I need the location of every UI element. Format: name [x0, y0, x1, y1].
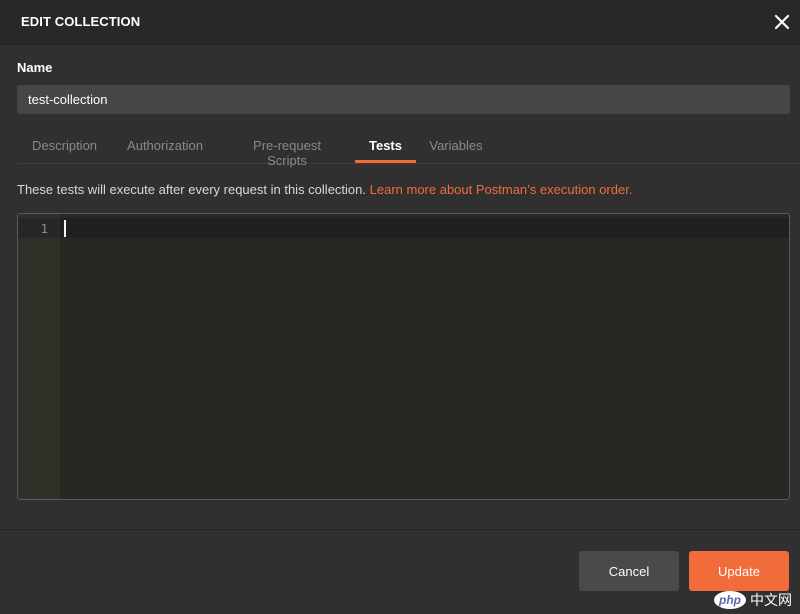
watermark-text: 中文网 — [750, 592, 792, 608]
tab-bar: Description Authorization Pre-request Sc… — [17, 128, 800, 168]
tab-variables[interactable]: Variables — [429, 128, 483, 163]
text-cursor — [64, 220, 66, 237]
close-icon[interactable] — [772, 12, 792, 32]
update-button[interactable]: Update — [689, 551, 789, 591]
edit-collection-dialog: EDIT COLLECTION Name Description Authori… — [0, 0, 800, 614]
tests-info-text: These tests will execute after every req… — [17, 182, 366, 197]
collection-name-input[interactable] — [17, 85, 790, 114]
php-logo: php — [714, 591, 746, 609]
tab-authorization[interactable]: Authorization — [126, 128, 204, 163]
dialog-header: EDIT COLLECTION — [0, 0, 800, 45]
execution-order-link[interactable]: Learn more about Postman’s execution ord… — [370, 182, 633, 197]
line-number-column: 1 — [18, 214, 60, 499]
tab-pre-request-scripts[interactable]: Pre-request Scripts — [233, 128, 341, 168]
tests-code-editor[interactable]: 1 — [17, 213, 790, 500]
site-watermark: php 中文网 — [714, 590, 792, 610]
line-number: 1 — [40, 222, 48, 236]
dialog-title: EDIT COLLECTION — [21, 14, 141, 29]
tab-description[interactable]: Description — [32, 128, 97, 163]
active-line-highlight — [18, 218, 789, 238]
tests-info: These tests will execute after every req… — [17, 182, 632, 197]
name-label: Name — [17, 60, 53, 75]
cancel-button[interactable]: Cancel — [579, 551, 679, 591]
footer-divider — [0, 529, 800, 530]
tab-tests[interactable]: Tests — [355, 128, 416, 163]
